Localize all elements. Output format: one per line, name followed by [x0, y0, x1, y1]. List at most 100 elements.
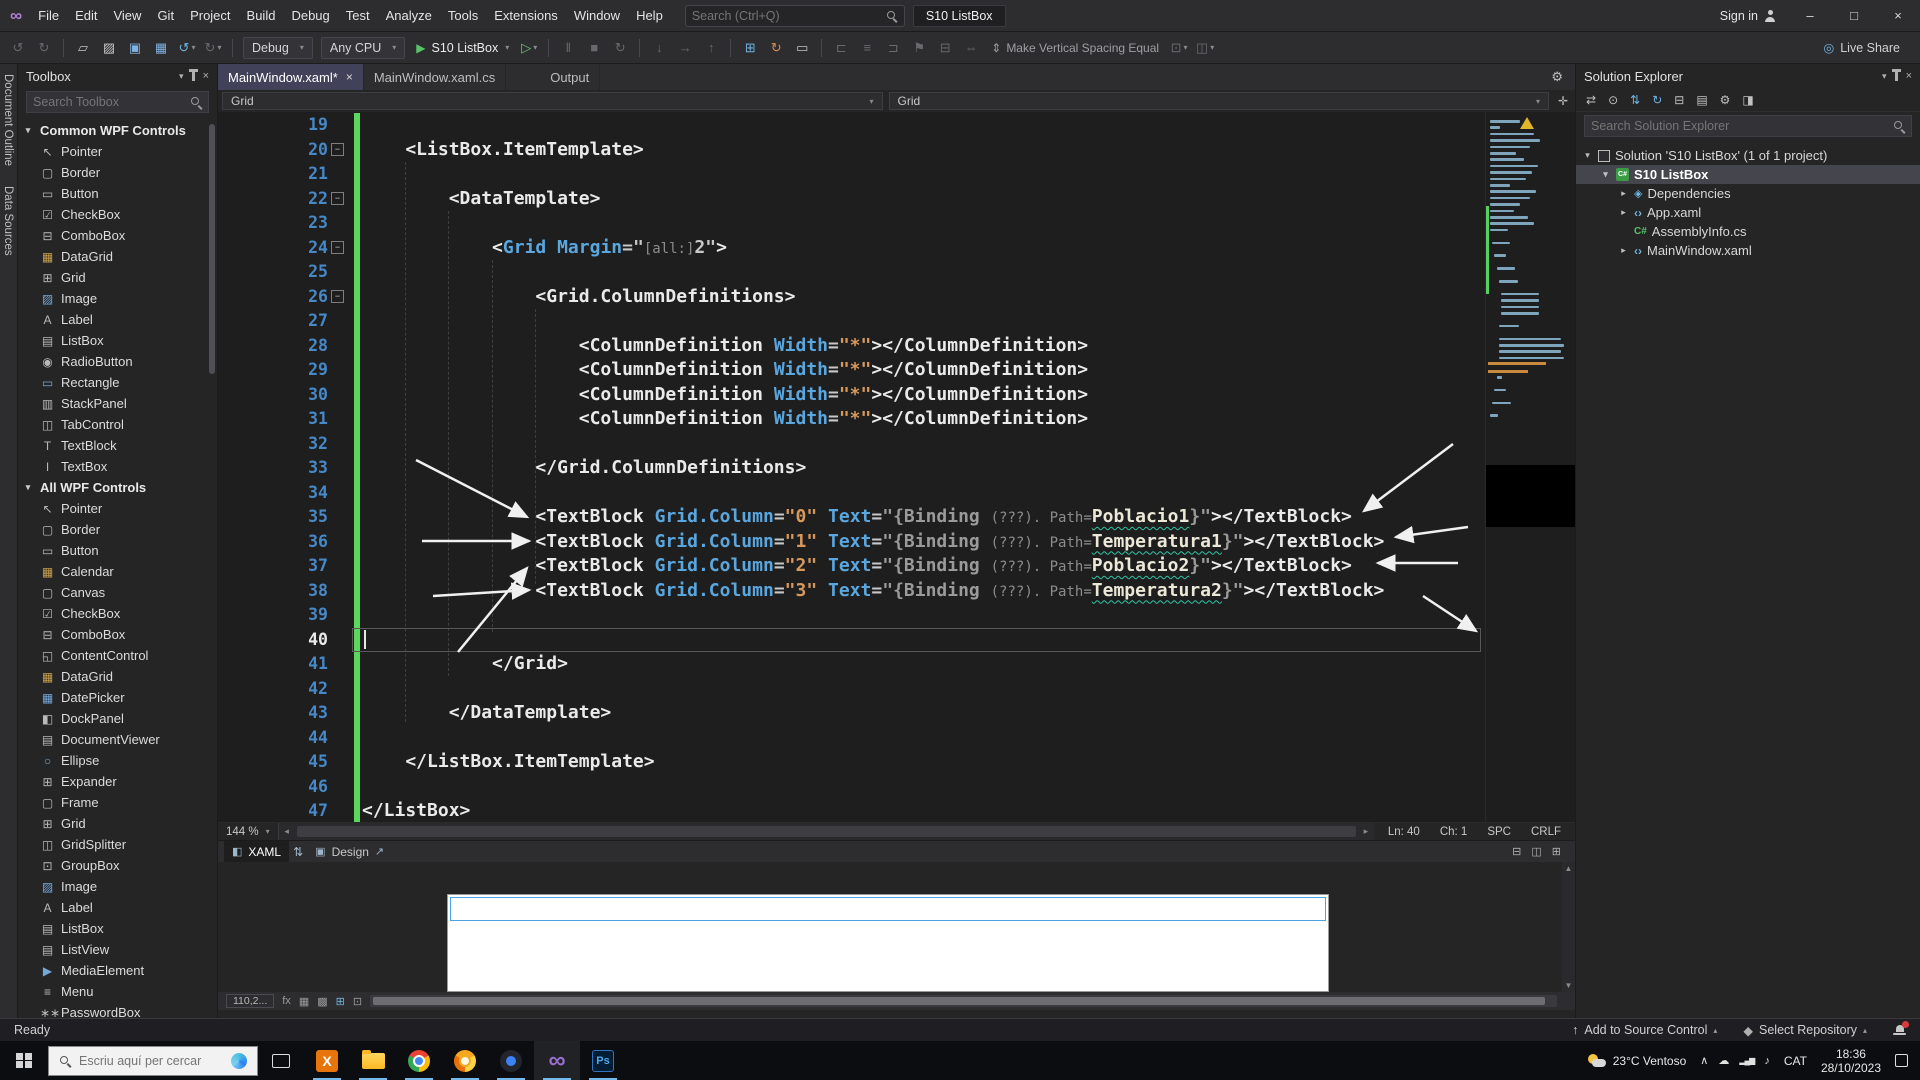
taskbar-search-box[interactable] [48, 1045, 258, 1076]
code-line-28[interactable]: 28 <ColumnDefinition Width="*"></ColumnD… [218, 334, 1485, 359]
break-all-button[interactable]: ‖ [556, 36, 580, 60]
line-number[interactable]: 21 [284, 164, 328, 183]
taskbar-app-browser-dev[interactable] [488, 1041, 534, 1080]
line-number[interactable]: 40 [284, 630, 328, 649]
step-out-button[interactable]: ↑ [699, 36, 723, 60]
code-line-31[interactable]: 31 <ColumnDefinition Width="*"></ColumnD… [218, 407, 1485, 432]
toolbox-item-datepicker[interactable]: ▦ DatePicker [18, 687, 217, 708]
zoom-level-dropdown[interactable]: 144 % ▾ [218, 823, 279, 840]
network-icon[interactable]: ▂▄▆ [1739, 1056, 1755, 1065]
line-number[interactable]: 35 [284, 507, 328, 526]
close-icon[interactable]: × [1906, 70, 1912, 82]
fold-collapse-button[interactable]: − [331, 240, 344, 254]
code-line-46[interactable]: 46 [218, 775, 1485, 800]
line-number[interactable]: 34 [284, 483, 328, 502]
toolbox-item-passwordbox[interactable]: ∗∗ PasswordBox [18, 1002, 217, 1018]
fold-collapse-button[interactable]: − [331, 289, 344, 303]
line-number[interactable]: 45 [284, 752, 328, 771]
volume-icon[interactable]: ♪ [1764, 1055, 1770, 1067]
toolbox-item-documentviewer[interactable]: ▤ DocumentViewer [18, 729, 217, 750]
line-number[interactable]: 30 [284, 385, 328, 404]
toolbox-item-button[interactable]: ▭ Button [18, 183, 217, 204]
tree-item-mainwindow-xaml[interactable]: ▸ ‹› MainWindow.xaml [1576, 241, 1920, 260]
menu-item-extensions[interactable]: Extensions [486, 0, 566, 31]
xaml-code-editor[interactable]: 19 20− <ListBox.ItemTemplate> 21 22− <DataT… [218, 112, 1485, 822]
code-line-45[interactable]: 45 </ListBox.ItemTemplate> [218, 750, 1485, 775]
redo-button[interactable]: ↻ ▾ [201, 36, 225, 60]
design-listbox-selection[interactable] [450, 897, 1326, 921]
taskbar-app-photoshop[interactable]: Ps [580, 1041, 626, 1080]
layout-options-button[interactable]: ◫ ▾ [1193, 36, 1217, 60]
code-line-36[interactable]: 36 <TextBlock Grid.Column="1" Text="{Bin… [218, 530, 1485, 555]
code-line-32[interactable]: 32 [218, 432, 1485, 457]
toolbox-item-expander[interactable]: ⊞ Expander [18, 771, 217, 792]
side-tab-document-outline[interactable]: Document Outline [0, 64, 16, 176]
find-in-files-button[interactable]: ▭ [790, 36, 814, 60]
toolbox-item-mediaelement[interactable]: ▶ MediaElement [18, 960, 217, 981]
search-highlights-icon[interactable] [231, 1052, 247, 1069]
toolbox-item-grid[interactable]: ⊞ Grid [18, 267, 217, 288]
menu-item-file[interactable]: File [30, 0, 67, 31]
sync-with-active-document-icon[interactable]: ⇅ [1630, 93, 1640, 107]
menu-item-build[interactable]: Build [239, 0, 284, 31]
code-line-38[interactable]: 38 <TextBlock Grid.Column="3" Text="{Bin… [218, 579, 1485, 604]
solution-explorer-search-input[interactable] [1591, 119, 1887, 133]
line-number[interactable]: 47 [284, 801, 328, 820]
toolbox-item-groupbox[interactable]: ⊡ GroupBox [18, 855, 217, 876]
properties-icon[interactable]: ⚙ [1720, 93, 1731, 107]
bookmark-button[interactable]: ⚑ [907, 36, 931, 60]
toolbox-title-bar[interactable]: Toolbox ▾ × [18, 64, 217, 88]
code-line-19[interactable]: 19 [218, 113, 1485, 138]
code-line-39[interactable]: 39 [218, 603, 1485, 628]
toolbox-scrollbar[interactable] [208, 124, 216, 1018]
line-number[interactable]: 38 [284, 581, 328, 600]
taskbar-app-office-app[interactable]: X [304, 1041, 350, 1080]
chevron-collapsed-icon[interactable]: ▸ [1618, 245, 1629, 256]
hot-reload-button[interactable]: ↻ [764, 36, 788, 60]
line-ending-indicator[interactable]: CRLF [1531, 826, 1561, 838]
align-lefts-button[interactable]: ⊏ [829, 36, 853, 60]
code-line-24[interactable]: 24− <Grid Margin="[all:]2"> [218, 236, 1485, 261]
design-horizontal-scrollbar[interactable] [370, 995, 1557, 1007]
line-number[interactable]: 27 [284, 311, 328, 330]
line-number[interactable]: 28 [284, 336, 328, 355]
minimap-viewport[interactable] [1486, 465, 1575, 527]
start-without-debugging-button[interactable]: ▷ ▾ [517, 36, 541, 60]
zoom-fit-icon[interactable]: ⊡ [353, 995, 362, 1008]
chevron-expanded-icon[interactable]: ▾ [1582, 150, 1593, 161]
action-center-icon[interactable] [1895, 1054, 1908, 1067]
toolbox-item-datagrid[interactable]: ▦ DataGrid [18, 666, 217, 687]
horizontal-split-icon[interactable]: ⊟ [1512, 845, 1521, 858]
code-line-34[interactable]: 34 [218, 481, 1485, 506]
solution-configurations-dropdown[interactable]: Debug ▾ [243, 36, 313, 59]
live-share-button[interactable]: ◎ Live Share [1823, 40, 1900, 56]
toolbox-item-checkbox[interactable]: ☑ CheckBox [18, 204, 217, 225]
navigate-forward-button[interactable]: ↻ [32, 36, 56, 60]
design-vertical-scrollbar[interactable]: ▲ ▼ [1562, 862, 1575, 992]
taskbar-search-input[interactable] [79, 1053, 223, 1068]
start-button[interactable] [0, 1041, 48, 1080]
menu-item-analyze[interactable]: Analyze [378, 0, 440, 31]
line-number[interactable]: 44 [284, 728, 328, 747]
add-to-source-control-button[interactable]: ↑ Add to Source Control ▴ [1572, 1023, 1717, 1037]
breadcrumb-right-dropdown[interactable]: Grid ▾ [888, 92, 1549, 110]
toolbox-item-border[interactable]: ▢ Border [18, 162, 217, 183]
toolbox-search-box[interactable] [26, 91, 209, 113]
line-number[interactable]: 33 [284, 458, 328, 477]
chevron-down-icon[interactable]: ▾ [1882, 71, 1887, 82]
solution-platforms-dropdown[interactable]: Any CPU ▾ [320, 36, 406, 59]
tree-item-dependencies[interactable]: ▸ ◈ Dependencies [1576, 184, 1920, 203]
code-line-40[interactable]: 40 [218, 628, 1485, 653]
menu-item-git[interactable]: Git [149, 0, 182, 31]
taskbar-app-chrome-canary[interactable] [442, 1041, 488, 1080]
tab-mainwindow-xaml[interactable]: MainWindow.xaml* × [218, 64, 364, 90]
vertical-split-icon[interactable]: ◫ [1531, 845, 1541, 858]
spaces-indicator[interactable]: SPC [1487, 826, 1511, 838]
toolbox-item-datagrid[interactable]: ▦ DataGrid [18, 246, 217, 267]
solution-explorer-search-box[interactable] [1584, 115, 1912, 137]
split-window-grip-icon[interactable]: ✛ [1555, 94, 1571, 108]
toolbox-section-all-wpf-controls[interactable]: ▾ All WPF Controls [18, 477, 217, 498]
line-number[interactable]: 36 [284, 532, 328, 551]
preview-selected-items-icon[interactable]: ◨ [1742, 93, 1753, 107]
close-icon[interactable]: × [203, 70, 209, 82]
